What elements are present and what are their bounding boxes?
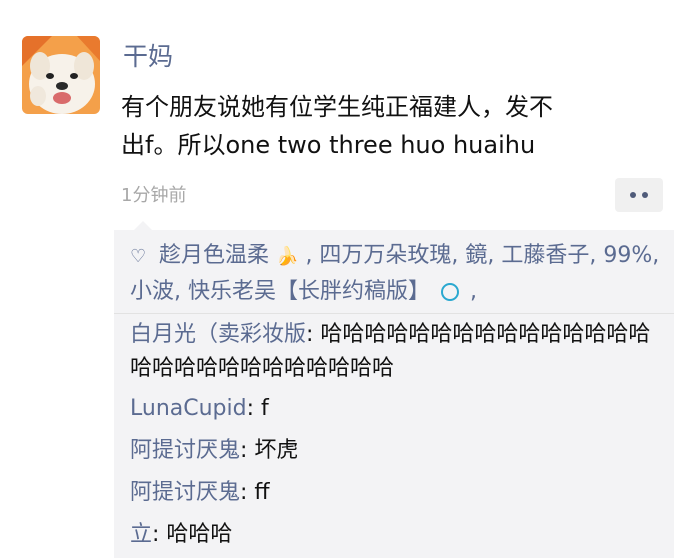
comment-author[interactable]: LunaCupid — [130, 396, 247, 421]
more-dots-icon — [630, 192, 636, 198]
post-text-line: 出f。所以one two three huo huaihu — [121, 131, 536, 159]
post-text-line: 有个朋友说她有位学生纯正福建人，发不 — [121, 93, 553, 121]
comment-separator: : — [240, 438, 255, 463]
avatar[interactable] — [22, 36, 100, 114]
comment-author[interactable]: 阿提讨厌鬼 — [130, 438, 240, 463]
like-names[interactable]: 趁月色温柔 — [159, 243, 269, 268]
dog-avatar-image — [22, 36, 100, 114]
comment-item[interactable]: 立: 哈哈哈 — [130, 518, 660, 552]
more-dots-icon — [642, 192, 648, 198]
comment-separator: : — [152, 522, 167, 547]
post-timestamp: 1分钟前 — [121, 185, 187, 206]
comment-item[interactable]: LunaCupid: f — [130, 392, 660, 426]
comment-text: 坏虎 — [254, 438, 299, 463]
comment-item[interactable]: 阿提讨厌鬼: 坏虎 — [130, 434, 660, 468]
more-actions-button[interactable] — [615, 178, 663, 212]
comment-text: ff — [254, 480, 270, 505]
post-author-name[interactable]: 干妈 — [123, 40, 173, 74]
comment-text: f — [261, 396, 269, 421]
emoji-icon — [441, 283, 459, 301]
like-names: , — [470, 279, 477, 304]
heart-outline-icon: ♡ — [130, 246, 147, 267]
comment-text: 哈哈哈 — [166, 522, 233, 547]
comment-author[interactable]: 阿提讨厌鬼 — [130, 480, 240, 505]
comment-author[interactable]: 立 — [130, 522, 152, 547]
comment-separator: : — [246, 396, 261, 421]
likes-list: ♡ 趁月色温柔 🍌 , 四万万朵玫瑰, 鏡, 工藤香子, 99%, 小波, 快乐… — [130, 238, 660, 309]
comment-item[interactable]: 阿提讨厌鬼: ff — [130, 476, 660, 510]
post-text: 有个朋友说她有位学生纯正福建人，发不 出f。所以one two three hu… — [121, 88, 666, 164]
interaction-panel: ♡ 趁月色温柔 🍌 , 四万万朵玫瑰, 鏡, 工藤香子, 99%, 小波, 快乐… — [114, 221, 674, 558]
comment-separator: : — [240, 480, 255, 505]
divider — [114, 313, 674, 314]
comment-item[interactable]: 白月光（卖彩妆版: 哈哈哈哈哈哈哈哈哈哈哈哈哈哈哈哈哈哈哈哈哈哈哈哈哈哈哈 — [130, 318, 660, 386]
comment-author[interactable]: 白月光（卖彩妆版 — [130, 322, 306, 347]
banana-emoji-icon: 🍌 — [276, 246, 299, 267]
comment-separator: : — [306, 322, 321, 347]
